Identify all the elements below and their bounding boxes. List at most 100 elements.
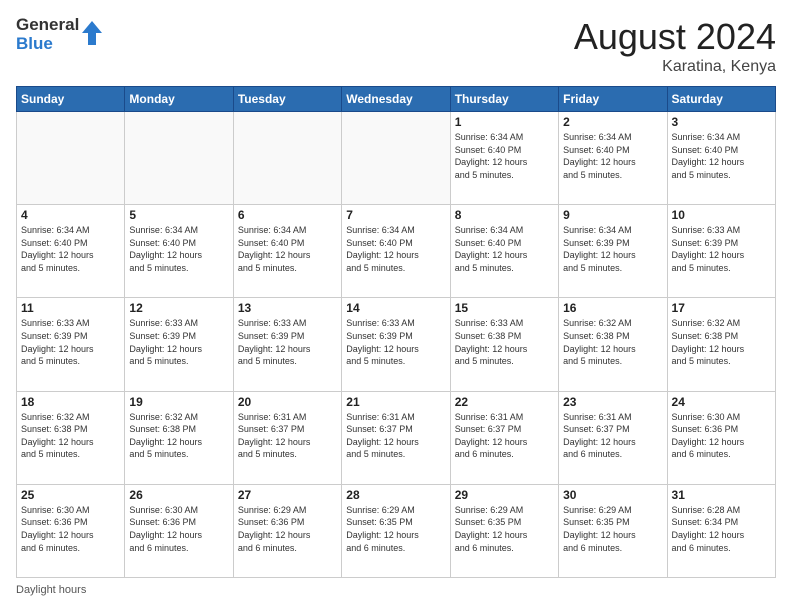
day-number: 31: [672, 488, 771, 502]
calendar-day-cell: 11Sunrise: 6:33 AM Sunset: 6:39 PM Dayli…: [17, 298, 125, 391]
day-info: Sunrise: 6:32 AM Sunset: 6:38 PM Dayligh…: [563, 317, 662, 367]
calendar-day-cell: 13Sunrise: 6:33 AM Sunset: 6:39 PM Dayli…: [233, 298, 341, 391]
page: General Blue August 2024 Karatina, Kenya…: [0, 0, 792, 612]
day-number: 22: [455, 395, 554, 409]
calendar-day-cell: 19Sunrise: 6:32 AM Sunset: 6:38 PM Dayli…: [125, 391, 233, 484]
day-number: 7: [346, 208, 445, 222]
day-info: Sunrise: 6:31 AM Sunset: 6:37 PM Dayligh…: [346, 411, 445, 461]
calendar-week-row: 18 Sunrise: 6:32 AM Sunset: 6:38 PM Dayli…: [17, 391, 776, 484]
day-info: Sunrise: 6:33 AM Sunset: 6:39 PM Dayligh…: [129, 317, 228, 367]
calendar-day-cell: 30 Sunrise: 6:29 AM Sunset: 6:35 PM Dayli…: [559, 484, 667, 577]
day-info: Sunrise: 6:32 AM Sunset: 6:38 PM Dayligh…: [21, 411, 120, 461]
calendar-day-cell: 27 Sunrise: 6:29 AM Sunset: 6:36 PM Dayli…: [233, 484, 341, 577]
day-number: 9: [563, 208, 662, 222]
day-number: 10: [672, 208, 771, 222]
calendar-day-cell: 20 Sunrise: 6:31 AM Sunset: 6:37 PM Dayli…: [233, 391, 341, 484]
day-number: 2: [563, 115, 662, 129]
calendar-day-cell: 18 Sunrise: 6:32 AM Sunset: 6:38 PM Dayli…: [17, 391, 125, 484]
day-number: 27: [238, 488, 337, 502]
day-info: Sunrise: 6:31 AM Sunset: 6:37 PM Dayligh…: [238, 411, 337, 461]
calendar-table: SundayMondayTuesdayWednesdayThursdayFrid…: [16, 86, 776, 578]
day-number: 5: [129, 208, 228, 222]
calendar-day-cell: 24 Sunrise: 6:30 AM Sunset: 6:36 PM Dayli…: [667, 391, 775, 484]
day-number: 30: [563, 488, 662, 502]
calendar-day-cell: 4Sunrise: 6:34 AM Sunset: 6:40 PM Daylig…: [17, 205, 125, 298]
day-number: 23: [563, 395, 662, 409]
day-info: Sunrise: 6:34 AM Sunset: 6:40 PM Dayligh…: [346, 224, 445, 274]
calendar-day-cell: 1Sunrise: 6:34 AM Sunset: 6:40 PM Daylig…: [450, 112, 558, 205]
calendar-day-cell: 15 Sunrise: 6:33 AM Sunset: 6:38 PM Dayli…: [450, 298, 558, 391]
logo-text: General Blue: [16, 16, 79, 53]
calendar-day-header: Wednesday: [342, 87, 450, 112]
day-info: Sunrise: 6:30 AM Sunset: 6:36 PM Dayligh…: [129, 504, 228, 554]
daylight-label: Daylight hours: [16, 584, 86, 596]
day-info: Sunrise: 6:34 AM Sunset: 6:40 PM Dayligh…: [563, 131, 662, 181]
day-number: 29: [455, 488, 554, 502]
day-info: Sunrise: 6:34 AM Sunset: 6:40 PM Dayligh…: [672, 131, 771, 181]
calendar-day-cell: 8Sunrise: 6:34 AM Sunset: 6:40 PM Daylig…: [450, 205, 558, 298]
day-info: Sunrise: 6:33 AM Sunset: 6:39 PM Dayligh…: [346, 317, 445, 367]
day-info: Sunrise: 6:30 AM Sunset: 6:36 PM Dayligh…: [672, 411, 771, 461]
day-info: Sunrise: 6:34 AM Sunset: 6:40 PM Dayligh…: [21, 224, 120, 274]
day-info: Sunrise: 6:31 AM Sunset: 6:37 PM Dayligh…: [563, 411, 662, 461]
header: General Blue August 2024 Karatina, Kenya: [16, 16, 776, 76]
calendar-day-cell: 12 Sunrise: 6:33 AM Sunset: 6:39 PM Dayli…: [125, 298, 233, 391]
day-info: Sunrise: 6:29 AM Sunset: 6:35 PM Dayligh…: [563, 504, 662, 554]
day-info: Sunrise: 6:29 AM Sunset: 6:35 PM Dayligh…: [346, 504, 445, 554]
day-info: Sunrise: 6:33 AM Sunset: 6:39 PM Dayligh…: [672, 224, 771, 274]
day-info: Sunrise: 6:30 AM Sunset: 6:36 PM Dayligh…: [21, 504, 120, 554]
calendar-day-header: Monday: [125, 87, 233, 112]
calendar-day-cell: 10 Sunrise: 6:33 AM Sunset: 6:39 PM Dayli…: [667, 205, 775, 298]
calendar-day-cell: 7 Sunrise: 6:34 AM Sunset: 6:40 PM Daylig…: [342, 205, 450, 298]
day-info: Sunrise: 6:29 AM Sunset: 6:35 PM Dayligh…: [455, 504, 554, 554]
day-number: 1: [455, 115, 554, 129]
day-number: 14: [346, 301, 445, 315]
day-number: 15: [455, 301, 554, 315]
calendar-week-row: 11 Sunrise: 6:33 AM Sunset: 6:39 PM Dayli…: [17, 298, 776, 391]
calendar-day-cell: 17 Sunrise: 6:32 AM Sunset: 6:38 PM Dayli…: [667, 298, 775, 391]
calendar-day-cell: 31 Sunrise: 6:28 AM Sunset: 6:34 PM Dayli…: [667, 484, 775, 577]
day-info: Sunrise: 6:29 AM Sunset: 6:36 PM Dayligh…: [238, 504, 337, 554]
day-info: Sunrise: 6:34 AM Sunset: 6:40 PM Dayligh…: [129, 224, 228, 274]
calendar-day-cell: 28 Sunrise: 6:29 AM Sunset: 6:35 PM Dayli…: [342, 484, 450, 577]
calendar-day-cell: [17, 112, 125, 205]
calendar-day-cell: 21 Sunrise: 6:31 AM Sunset: 6:37 PM Dayli…: [342, 391, 450, 484]
day-number: 18: [21, 395, 120, 409]
calendar-day-header: Saturday: [667, 87, 775, 112]
day-info: Sunrise: 6:28 AM Sunset: 6:34 PM Dayligh…: [672, 504, 771, 554]
day-number: 6: [238, 208, 337, 222]
calendar-week-row: 25 Sunrise: 6:30 AM Sunset: 6:36 PM Dayli…: [17, 484, 776, 577]
day-info: Sunrise: 6:31 AM Sunset: 6:37 PM Dayligh…: [455, 411, 554, 461]
calendar-day-header: Tuesday: [233, 87, 341, 112]
calendar-day-cell: [233, 112, 341, 205]
day-info: Sunrise: 6:34 AM Sunset: 6:39 PM Dayligh…: [563, 224, 662, 274]
day-info: Sunrise: 6:34 AM Sunset: 6:40 PM Dayligh…: [238, 224, 337, 274]
logo: General Blue: [16, 16, 102, 53]
day-number: 12: [129, 301, 228, 315]
calendar-day-cell: 29 Sunrise: 6:29 AM Sunset: 6:35 PM Dayli…: [450, 484, 558, 577]
day-number: 16: [563, 301, 662, 315]
day-number: 24: [672, 395, 771, 409]
day-info: Sunrise: 6:33 AM Sunset: 6:39 PM Dayligh…: [238, 317, 337, 367]
calendar-day-cell: [125, 112, 233, 205]
day-number: 25: [21, 488, 120, 502]
day-number: 8: [455, 208, 554, 222]
day-number: 28: [346, 488, 445, 502]
day-number: 17: [672, 301, 771, 315]
title-area: August 2024 Karatina, Kenya: [574, 16, 776, 76]
calendar-header-row: SundayMondayTuesdayWednesdayThursdayFrid…: [17, 87, 776, 112]
day-number: 19: [129, 395, 228, 409]
calendar-day-cell: 25 Sunrise: 6:30 AM Sunset: 6:36 PM Dayli…: [17, 484, 125, 577]
logo-icon: [82, 21, 102, 45]
calendar-day-cell: 2 Sunrise: 6:34 AM Sunset: 6:40 PM Daylig…: [559, 112, 667, 205]
calendar-day-cell: 5 Sunrise: 6:34 AM Sunset: 6:40 PM Daylig…: [125, 205, 233, 298]
logo-blue: Blue: [16, 35, 79, 54]
calendar-day-cell: 22 Sunrise: 6:31 AM Sunset: 6:37 PM Dayli…: [450, 391, 558, 484]
day-number: 20: [238, 395, 337, 409]
logo-general: General: [16, 16, 79, 35]
day-number: 11: [21, 301, 120, 315]
day-info: Sunrise: 6:32 AM Sunset: 6:38 PM Dayligh…: [672, 317, 771, 367]
day-info: Sunrise: 6:33 AM Sunset: 6:38 PM Dayligh…: [455, 317, 554, 367]
calendar-day-cell: 9 Sunrise: 6:34 AM Sunset: 6:39 PM Daylig…: [559, 205, 667, 298]
day-number: 21: [346, 395, 445, 409]
